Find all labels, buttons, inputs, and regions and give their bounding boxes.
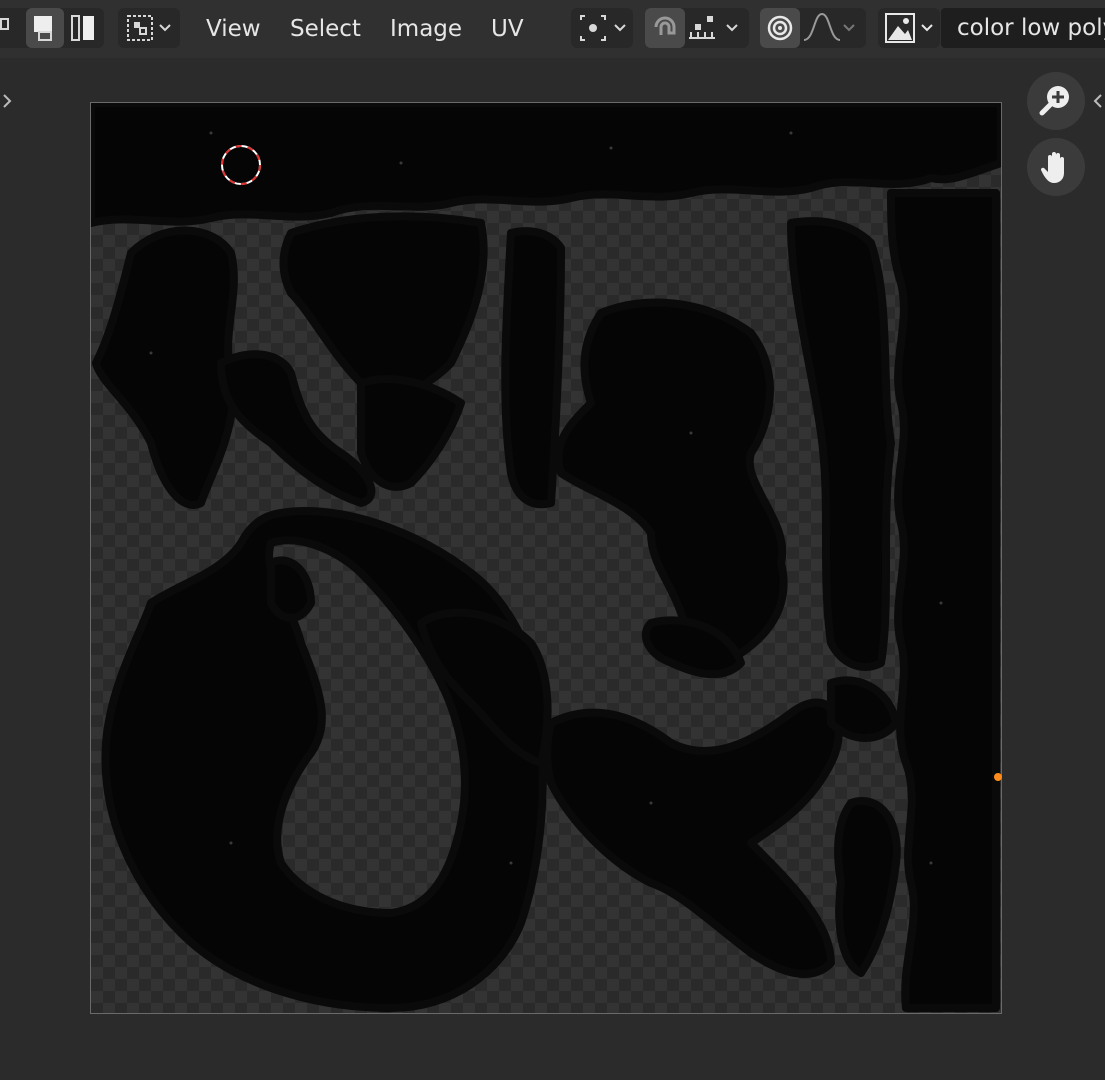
pan-hand-icon: [1040, 152, 1064, 183]
chevron-left-icon: [1093, 94, 1102, 108]
select-extend-icon: [34, 16, 52, 41]
uv-sync-dropdown[interactable]: [118, 8, 180, 48]
select-new-icon: [0, 18, 9, 30]
selection-mode-group: [0, 8, 104, 48]
active-element-marker: [994, 773, 1002, 781]
view-menu[interactable]: View: [206, 14, 261, 44]
snap-toggle-button[interactable]: [645, 8, 685, 48]
sidebar-expand-arrow[interactable]: [1091, 88, 1105, 114]
image-name-field[interactable]: color low poly: [941, 8, 1105, 48]
uv-islands[interactable]: [91, 103, 1001, 1013]
falloff-curve-icon: [803, 12, 855, 41]
select-subtract-icon: [71, 15, 94, 41]
pivot-point-dropdown[interactable]: [571, 8, 633, 48]
zoom-gizmo[interactable]: [1027, 72, 1085, 130]
uv-editor-viewport[interactable]: [0, 58, 1105, 1080]
snap-increment-icon: [689, 16, 738, 39]
snap-element-dropdown[interactable]: [685, 8, 747, 48]
chevron-right-icon: [3, 94, 12, 108]
proportional-editing-icon: [767, 15, 793, 41]
pan-gizmo[interactable]: [1027, 138, 1085, 196]
proportional-editing-button[interactable]: [760, 8, 800, 48]
select-mode-new-button[interactable]: [0, 8, 26, 48]
falloff-dropdown[interactable]: [800, 8, 864, 48]
box-select-icon: [127, 15, 171, 41]
proportional-editing-group: [760, 8, 866, 48]
image-editor-header: View Select Image UV color low poly: [0, 0, 1105, 58]
image-browse-icon: [885, 13, 933, 43]
uv-image-canvas[interactable]: [90, 102, 1002, 1014]
toolbar-expand-arrow[interactable]: [0, 88, 14, 114]
image-browse-dropdown[interactable]: [878, 8, 940, 48]
snap-magnet-icon: [654, 16, 676, 35]
image-menu[interactable]: Image: [390, 14, 462, 44]
select-menu[interactable]: Select: [290, 14, 361, 44]
select-mode-extend-button[interactable]: [26, 8, 64, 48]
select-mode-subtract-button[interactable]: [64, 8, 102, 48]
uv-menu[interactable]: UV: [491, 14, 524, 44]
snap-group: [645, 8, 749, 48]
pivot-point-icon: [580, 15, 626, 41]
zoom-in-icon: [1039, 86, 1069, 116]
